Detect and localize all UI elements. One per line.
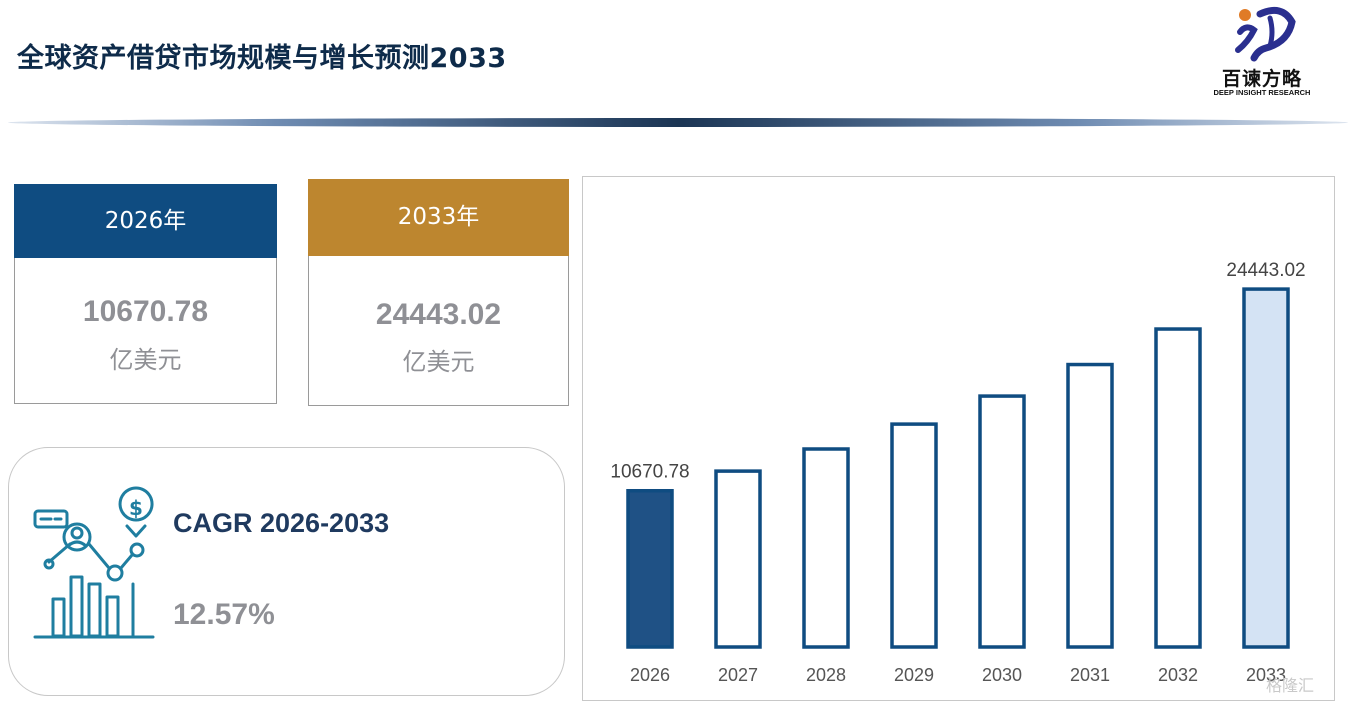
market-size-chart: 2026 10670.78 2027 2028 2029 2030 2031 2032 2033… <box>582 176 1335 701</box>
start-year-header: 2026年 <box>14 184 277 258</box>
end-year-header: 2033年 <box>308 179 569 256</box>
bar-2026 <box>626 488 674 649</box>
x-tick-label: 2030 <box>982 665 1022 685</box>
cagr-label: CAGR 2026-2033 <box>173 508 390 538</box>
bar-2029 <box>890 422 938 649</box>
data-label: 24443.02 <box>1226 260 1305 281</box>
bar-2032 <box>1154 327 1202 649</box>
cagr-value: 12.57% <box>173 598 275 631</box>
bar-2028 <box>802 447 850 649</box>
cagr-panel: $ CAGR 2026-2033 12.57% <box>8 447 565 696</box>
end-year-unit: 亿美元 <box>402 348 475 376</box>
svg-text:$: $ <box>129 496 143 520</box>
header-divider <box>8 118 1348 127</box>
bar-2030 <box>978 394 1026 649</box>
x-tick-label: 2028 <box>806 665 846 685</box>
brand-logo: 百谏方略 DEEP INSIGHT RESEARCH <box>1212 2 1316 98</box>
bar-2031 <box>1066 362 1114 649</box>
bar-chart: 202610670.782027 2028 2029 2030 2031 2032 2033… <box>610 260 1305 685</box>
x-tick-label: 2032 <box>1158 665 1198 685</box>
start-year-unit: 亿美元 <box>109 346 182 374</box>
logo-mark-icon <box>1235 6 1296 62</box>
end-year-card: 2033年 24443.02 亿美元 <box>308 179 569 406</box>
start-year-card: 2026年 10670.78 亿美元 <box>14 184 277 404</box>
x-tick-label: 2031 <box>1070 665 1110 685</box>
x-tick-label: 2027 <box>718 665 758 685</box>
logo-name: 百谏方略 <box>1221 68 1302 90</box>
x-tick-label: 2026 <box>630 665 670 685</box>
bar-2033 <box>1242 287 1290 649</box>
analytics-growth-icon: $ <box>33 486 155 639</box>
x-tick-label: 2029 <box>894 665 934 685</box>
data-label: 10670.78 <box>610 462 689 483</box>
start-year-value: 10670.78 <box>82 295 209 328</box>
logo-tagline: DEEP INSIGHT RESEARCH <box>1213 88 1311 97</box>
page-title: 全球资产借贷市场规模与增长预测2033 <box>17 43 507 74</box>
bar-2027 <box>714 469 762 649</box>
watermark: 格隆汇 <box>1266 676 1315 695</box>
end-year-value: 24443.02 <box>375 298 502 331</box>
